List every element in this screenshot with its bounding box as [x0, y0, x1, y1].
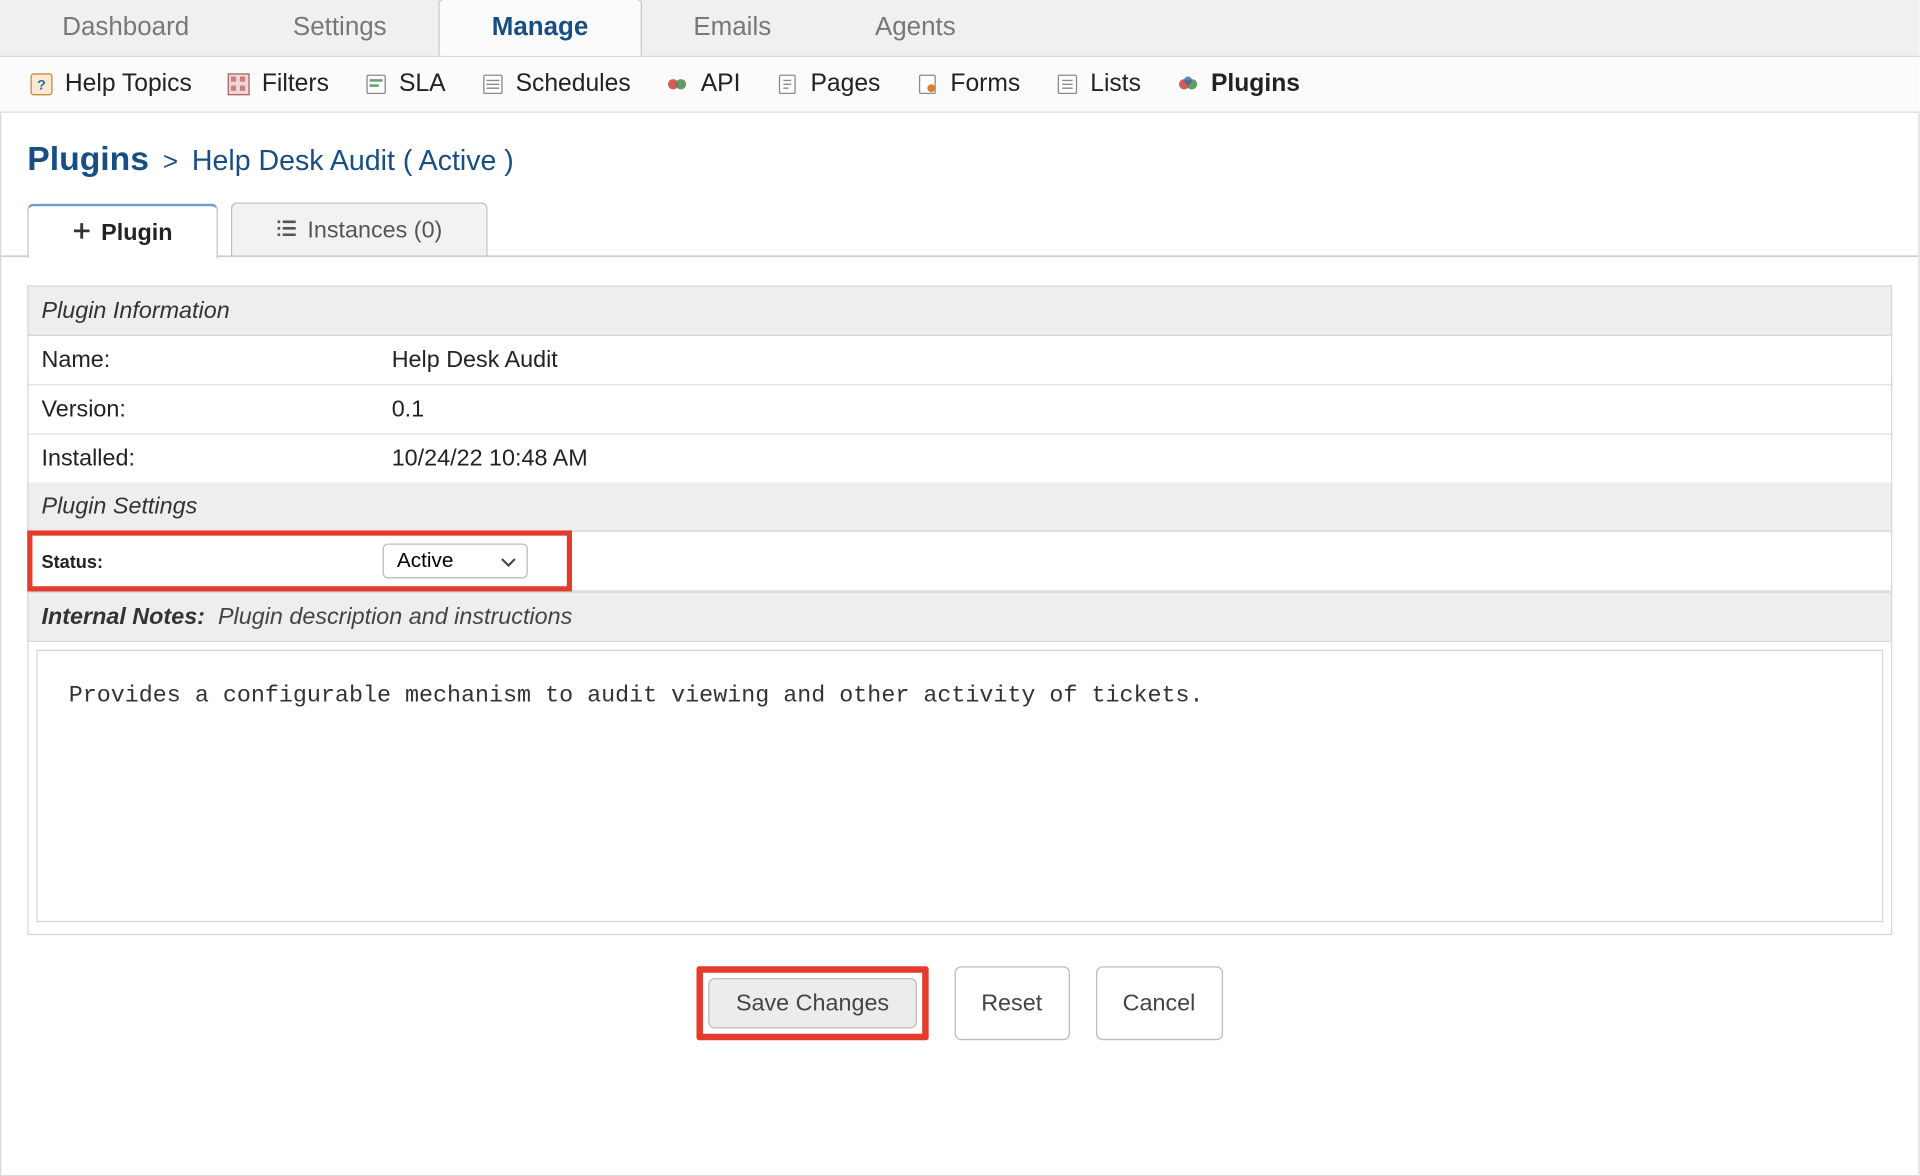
save-button[interactable]: Save Changes	[709, 978, 917, 1029]
button-row: Save Changes Reset Cancel	[1, 966, 1918, 1040]
breadcrumb-sep: >	[158, 148, 184, 177]
subnav-plugins[interactable]: Plugins	[1175, 70, 1300, 99]
row-version: Version: 0.1	[29, 385, 1891, 434]
top-nav: Dashboard Settings Manage Emails Agents	[0, 0, 1920, 57]
plugins-icon	[1175, 71, 1201, 97]
sla-icon	[363, 71, 389, 97]
row-installed-value: 10/24/22 10:48 AM	[392, 445, 1878, 472]
subnav-filters[interactable]: Filters	[226, 70, 329, 99]
tab-agents[interactable]: Agents	[823, 0, 1008, 57]
breadcrumb: Plugins > Help Desk Audit ( Active )	[1, 128, 1918, 202]
lists-icon	[1054, 71, 1080, 97]
status-select[interactable]: Active	[383, 543, 528, 578]
inner-tabs: Plugin Instances (0)	[1, 202, 1918, 256]
subnav-forms[interactable]: Forms	[914, 70, 1020, 99]
sub-nav: ? Help Topics Filters SLA Schedules API …	[0, 57, 1920, 113]
row-name-label: Name:	[42, 346, 392, 373]
subnav-label: Pages	[810, 70, 880, 99]
tab-dashboard[interactable]: Dashboard	[10, 0, 241, 57]
api-icon	[664, 71, 690, 97]
subnav-label: Schedules	[516, 70, 631, 99]
subnav-label: Plugins	[1211, 70, 1300, 99]
row-status-label: Status:	[42, 551, 383, 572]
tab-emails[interactable]: Emails	[641, 0, 823, 57]
subnav-label: API	[701, 70, 741, 99]
subnav-label: Help Topics	[65, 70, 192, 99]
pages-icon	[774, 71, 800, 97]
cancel-button[interactable]: Cancel	[1095, 966, 1222, 1040]
subnav-label: SLA	[399, 70, 446, 99]
plus-icon	[73, 219, 91, 246]
reset-button[interactable]: Reset	[954, 966, 1069, 1040]
subnav-sla[interactable]: SLA	[363, 70, 446, 99]
subnav-schedules[interactable]: Schedules	[479, 70, 630, 99]
subnav-label: Forms	[950, 70, 1020, 99]
row-installed: Installed: 10/24/22 10:48 AM	[29, 434, 1891, 482]
main-card: Plugins > Help Desk Audit ( Active ) Plu…	[0, 113, 1920, 1176]
filters-icon	[226, 71, 252, 97]
row-status: Status: Active	[29, 532, 1891, 592]
subnav-api[interactable]: API	[664, 70, 740, 99]
notes-textarea[interactable]	[36, 650, 1883, 922]
status-highlight: Status: Active	[27, 530, 572, 591]
inner-tab-plugin[interactable]: Plugin	[27, 204, 218, 258]
settings-block: Plugin Information Name: Help Desk Audit…	[27, 285, 1892, 935]
list-icon	[276, 216, 297, 243]
tab-settings[interactable]: Settings	[241, 0, 438, 57]
schedules-icon	[479, 71, 505, 97]
row-version-label: Version:	[42, 396, 392, 423]
subnav-lists[interactable]: Lists	[1054, 70, 1141, 99]
row-name: Name: Help Desk Audit	[29, 336, 1891, 385]
inner-tab-label: Instances (0)	[307, 216, 442, 243]
subnav-label: Lists	[1090, 70, 1141, 99]
section-internal-notes: Internal Notes: Plugin description and i…	[29, 591, 1891, 642]
section-plugin-settings: Plugin Settings	[29, 482, 1891, 531]
tab-manage[interactable]: Manage	[439, 0, 642, 56]
notes-head-desc-text: Plugin description and instructions	[218, 603, 572, 629]
row-name-value: Help Desk Audit	[392, 346, 1878, 373]
breadcrumb-item: Help Desk Audit ( Active )	[192, 144, 514, 176]
subnav-label: Filters	[262, 70, 329, 99]
row-version-value: 0.1	[392, 396, 1878, 423]
notes-head-label: Internal Notes:	[42, 603, 205, 629]
help-topics-icon: ?	[29, 71, 55, 97]
subnav-help-topics[interactable]: ? Help Topics	[29, 70, 192, 99]
save-highlight: Save Changes	[697, 966, 928, 1040]
section-plugin-info: Plugin Information	[29, 287, 1891, 336]
subnav-pages[interactable]: Pages	[774, 70, 880, 99]
inner-tab-instances[interactable]: Instances (0)	[231, 202, 488, 255]
svg-text:?: ?	[37, 77, 46, 93]
notes-body	[29, 642, 1891, 934]
row-installed-label: Installed:	[42, 445, 392, 472]
breadcrumb-title[interactable]: Plugins	[27, 139, 149, 178]
forms-icon	[914, 71, 940, 97]
inner-tab-label: Plugin	[101, 219, 172, 246]
